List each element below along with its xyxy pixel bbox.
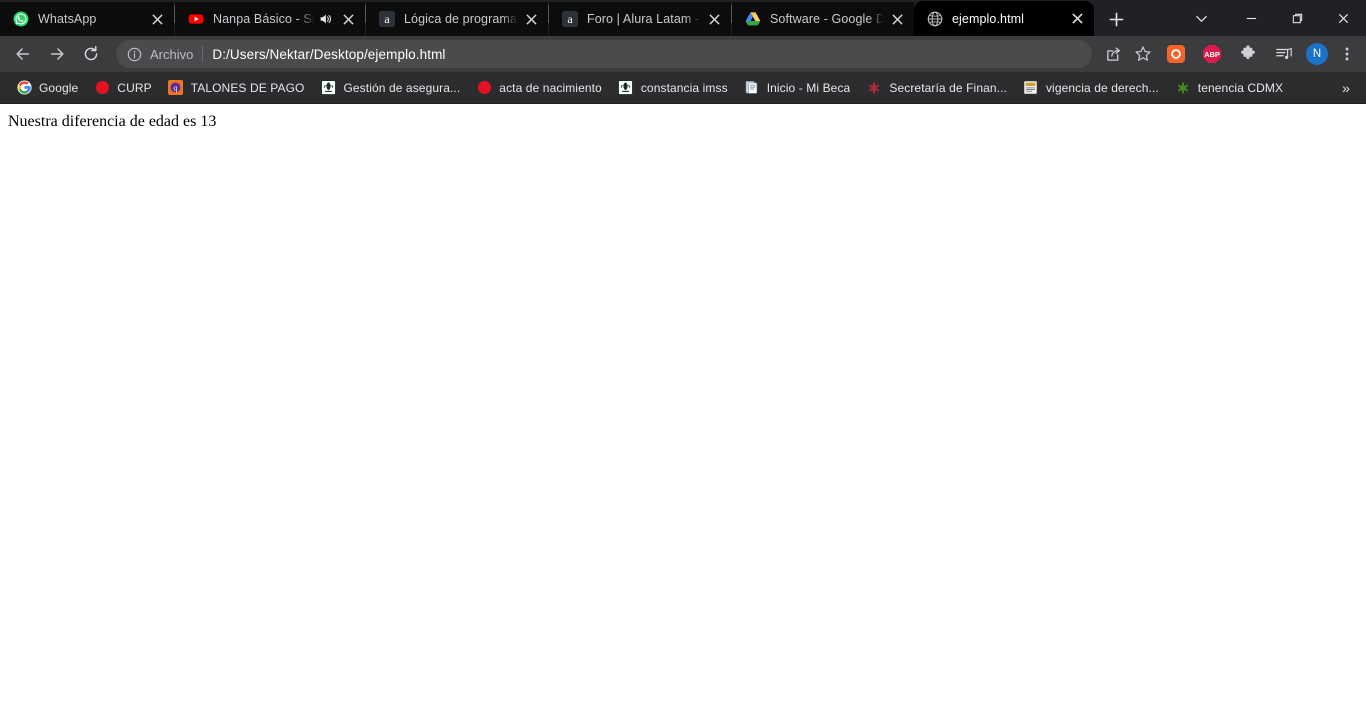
tab-close-button[interactable] xyxy=(520,8,542,30)
page-viewport: Nuestra diferencia de edad es 13 xyxy=(0,104,1366,728)
bookmark-gestion-de-aseguramiento[interactable]: Gestión de asegura... xyxy=(312,76,468,100)
bookmarks-bar: Google CURP q TALONES DE PAGO Gestión de… xyxy=(0,72,1366,104)
back-icon[interactable] xyxy=(8,39,38,69)
bookmark-label: acta de nacimiento xyxy=(499,80,602,95)
alura-icon: a xyxy=(378,11,395,28)
avatar-initial: N xyxy=(1306,43,1328,65)
profile-avatar[interactable]: N xyxy=(1303,40,1331,68)
bookmark-star-icon[interactable] xyxy=(1129,40,1157,68)
google-drive-icon xyxy=(744,11,761,28)
forward-icon[interactable] xyxy=(42,39,72,69)
tab-title: WhatsApp xyxy=(38,12,97,26)
bookmark-label: TALONES DE PAGO xyxy=(190,80,305,95)
three-dot-menu-icon[interactable] xyxy=(1334,40,1360,68)
url-text: D:/Users/Nektar/Desktop/ejemplo.html xyxy=(212,46,446,62)
bookmark-label: Secretaría de Finan... xyxy=(889,80,1007,95)
red-circle-icon xyxy=(476,80,492,96)
tab-title: Software - Google Dri xyxy=(770,12,884,26)
alura-icon: a xyxy=(561,11,578,28)
share-icon[interactable] xyxy=(1099,40,1127,68)
bookmark-label: Inicio - Mi Beca xyxy=(766,80,851,95)
browser-toolbar: Archivo D:/Users/Nektar/Desktop/ejemplo.… xyxy=(0,36,1366,72)
bookmark-inicio-mi-beca[interactable]: Inicio - Mi Beca xyxy=(736,76,859,100)
bookmark-talones-de-pago[interactable]: q TALONES DE PAGO xyxy=(160,76,313,100)
window-maximize-button[interactable] xyxy=(1274,0,1320,36)
green-asterisk-icon xyxy=(1175,80,1191,96)
url-scheme-label: Archivo xyxy=(150,46,194,62)
tab-close-button[interactable] xyxy=(1066,8,1088,30)
whatsapp-icon xyxy=(12,11,29,28)
tab-close-button[interactable] xyxy=(886,8,908,30)
red-asterisk-icon xyxy=(866,80,882,96)
tab-whatsapp[interactable]: WhatsApp xyxy=(0,2,174,36)
svg-text:a: a xyxy=(384,12,390,26)
tab-title: Lógica de programaci xyxy=(404,12,518,26)
window-minimize-button[interactable] xyxy=(1228,0,1274,36)
window-controls xyxy=(1184,0,1366,36)
bookmark-constancia-imss[interactable]: constancia imss xyxy=(610,76,736,100)
imss-doc-icon xyxy=(1023,80,1039,96)
tab-close-button[interactable] xyxy=(146,8,168,30)
reading-list-music-icon[interactable] xyxy=(1270,40,1298,68)
tab-audio-icon[interactable] xyxy=(317,11,333,27)
svg-text:a: a xyxy=(567,12,573,26)
svg-text:q: q xyxy=(174,84,178,93)
tab-list: WhatsApp Nanpa Básico - Sin a Lógica de … xyxy=(0,0,1130,36)
tab-strip: WhatsApp Nanpa Básico - Sin a Lógica de … xyxy=(0,0,1366,36)
bookmarks-overflow-chevron-icon[interactable]: » xyxy=(1334,76,1358,100)
bookmark-secretaria-de-finanzas[interactable]: Secretaría de Finan... xyxy=(858,76,1015,100)
youtube-icon xyxy=(187,11,204,28)
bookmark-acta-de-nacimiento[interactable]: acta de nacimiento xyxy=(468,76,610,100)
tab-search-chevron-down-icon[interactable] xyxy=(1184,0,1218,36)
info-circle-icon[interactable] xyxy=(124,44,144,64)
bookmark-label: Gestión de asegura... xyxy=(343,80,461,95)
tab-ejemplo-html[interactable]: ejemplo.html xyxy=(914,1,1094,36)
google-g-icon xyxy=(16,80,32,96)
talones-q-icon: q xyxy=(168,80,184,96)
bookmark-curp[interactable]: CURP xyxy=(86,76,159,100)
bookmark-vigencia-de-derechos[interactable]: vigencia de derech... xyxy=(1015,76,1167,100)
bookmark-label: constancia imss xyxy=(640,80,728,95)
bookmark-google[interactable]: Google xyxy=(8,76,86,100)
gob-mx-eagle-icon xyxy=(320,80,336,96)
tab-title: Nanpa Básico - Sin xyxy=(213,12,315,26)
address-bar[interactable]: Archivo D:/Users/Nektar/Desktop/ejemplo.… xyxy=(116,40,1092,68)
extensions-puzzle-icon[interactable] xyxy=(1234,40,1262,68)
window-close-button[interactable] xyxy=(1320,0,1366,36)
document-icon xyxy=(744,80,760,96)
bookmark-label: CURP xyxy=(117,80,152,95)
reload-icon[interactable] xyxy=(76,39,106,69)
adblock-plus-icon[interactable]: ABP xyxy=(1198,40,1226,68)
tab-close-button[interactable] xyxy=(337,8,359,30)
bookmark-label: vigencia de derech... xyxy=(1045,80,1159,95)
red-circle-icon xyxy=(94,80,110,96)
orange-o-extension-icon[interactable] xyxy=(1162,40,1190,68)
omnibox-divider xyxy=(202,46,204,62)
bookmark-label: Google xyxy=(39,80,79,95)
globe-icon xyxy=(926,10,943,27)
tab-logica-de-programacion[interactable]: a Lógica de programaci xyxy=(366,2,548,36)
new-tab-button[interactable] xyxy=(1102,5,1130,33)
tab-foro-alura-latam[interactable]: a Foro | Alura Latam - C xyxy=(549,2,731,36)
tab-close-button[interactable] xyxy=(703,8,725,30)
tab-nanpa-basico[interactable]: Nanpa Básico - Sin xyxy=(175,2,365,36)
bookmark-tenencia-cdmx[interactable]: tenencia CDMX xyxy=(1167,76,1291,100)
tab-title: Foro | Alura Latam - C xyxy=(587,12,701,26)
tab-software-google-drive[interactable]: Software - Google Dri xyxy=(732,2,914,36)
gob-mx-eagle-icon xyxy=(618,80,634,96)
browser-window: WhatsApp Nanpa Básico - Sin a Lógica de … xyxy=(0,0,1366,728)
page-body-text: Nuestra diferencia de edad es 13 xyxy=(8,113,217,130)
tab-title: ejemplo.html xyxy=(952,11,1025,26)
bookmark-label: tenencia CDMX xyxy=(1197,80,1284,95)
